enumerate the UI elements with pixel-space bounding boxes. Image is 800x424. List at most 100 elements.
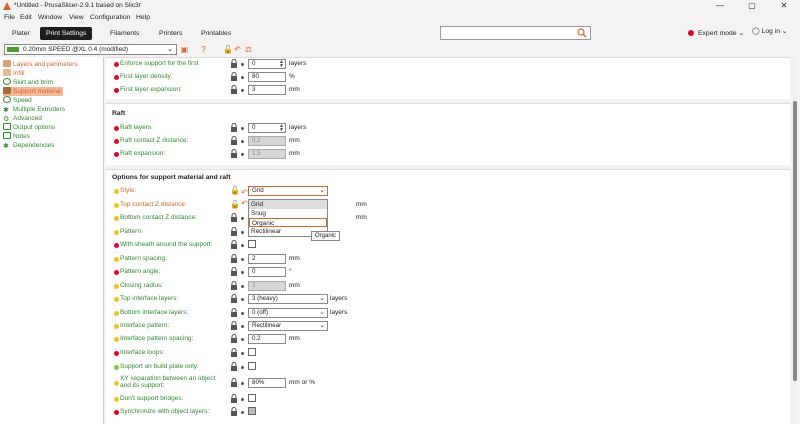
- setting-row: Bottom interface layers: 0 (off) ⌄ layers: [106, 308, 790, 320]
- lock-icon[interactable]: [230, 334, 238, 344]
- minimize-button[interactable]: —: [705, 1, 735, 11]
- setting-input[interactable]: 2: [248, 254, 286, 264]
- tab-printers[interactable]: Printers: [153, 27, 188, 40]
- setting-input[interactable]: 3: [248, 85, 286, 95]
- undo-icon[interactable]: ↶: [241, 188, 248, 197]
- lock-icon[interactable]: [230, 72, 238, 82]
- tab-plater[interactable]: Plater: [6, 27, 36, 40]
- setting-input[interactable]: 0.2: [248, 334, 286, 344]
- nav-dependencies[interactable]: ✱ Dependencies: [3, 141, 55, 150]
- synchronize-layers-checkbox[interactable]: [248, 407, 256, 415]
- extruders-icon: ✱: [3, 107, 9, 114]
- lock-icon[interactable]: [230, 394, 238, 404]
- tab-printables[interactable]: Printables: [195, 27, 237, 40]
- bullet-icon: [241, 217, 244, 220]
- setting-input[interactable]: 1.5: [248, 149, 286, 159]
- nav-output-options[interactable]: Output options: [3, 123, 55, 132]
- unlock-icon[interactable]: 🔓: [230, 200, 240, 210]
- build-plate-only-checkbox[interactable]: [248, 362, 256, 370]
- unlock-icon[interactable]: 🔓: [230, 186, 240, 196]
- interface-pattern-select[interactable]: Rectilinear ⌄: [248, 321, 328, 331]
- nav-skirt-and-brim[interactable]: Skirt and brim: [3, 78, 53, 87]
- spinner-arrows-icon[interactable]: ▲ ▼: [279, 124, 284, 133]
- setting-row: First layer expansion: 3 mm: [106, 85, 790, 97]
- setting-input[interactable]: 0: [248, 267, 286, 277]
- lock-icon[interactable]: [230, 407, 238, 417]
- menu-view[interactable]: View: [69, 14, 84, 21]
- lock-icon[interactable]: [230, 85, 238, 95]
- login-button[interactable]: ◯ Log in ⌄: [752, 27, 788, 35]
- menu-file[interactable]: File: [4, 14, 15, 21]
- lock-icon[interactable]: [230, 348, 238, 358]
- nav-layers-and-perimeters[interactable]: Layers and perimeters: [3, 60, 78, 69]
- setting-label: Interface pattern spacing:: [120, 335, 194, 342]
- search-icon[interactable]: [577, 28, 587, 38]
- status-dot: [114, 216, 119, 221]
- setting-label: XY separation between an object and its s…: [120, 375, 216, 389]
- nav-advanced[interactable]: ⚙ Advanced: [3, 114, 42, 123]
- menu-window[interactable]: Window: [38, 14, 62, 21]
- menu-help[interactable]: Help: [136, 14, 150, 21]
- setting-input[interactable]: 0.2: [248, 136, 286, 146]
- lock-icon[interactable]: [230, 281, 238, 291]
- printer-flag-icon: [7, 47, 19, 52]
- sheath-checkbox[interactable]: [248, 240, 256, 248]
- compare-icon[interactable]: ⚖: [244, 45, 253, 54]
- search-input[interactable]: [440, 26, 591, 40]
- lock-icon[interactable]: [230, 321, 238, 331]
- scrollbar-thumb[interactable]: [793, 101, 797, 381]
- close-button[interactable]: ✕: [769, 1, 799, 11]
- dropdown-option[interactable]: Snug: [249, 209, 327, 218]
- lock-icon[interactable]: [230, 294, 238, 304]
- nav-infill[interactable]: Infill: [3, 69, 25, 78]
- lock-icon[interactable]: [230, 240, 238, 250]
- dont-support-bridges-checkbox[interactable]: [248, 394, 256, 402]
- lock-icon[interactable]: [230, 227, 238, 237]
- setting-input[interactable]: 80%: [248, 378, 286, 388]
- lock-icon[interactable]: [230, 136, 238, 146]
- lock-icon[interactable]: [230, 123, 238, 133]
- setting-unit: layers: [289, 60, 307, 67]
- setting-label: Enforce support for the first: [120, 60, 199, 67]
- style-select[interactable]: Grid ⌄: [248, 186, 328, 196]
- setting-spin-input[interactable]: 0 ▲ ▼: [248, 123, 286, 133]
- menu-edit[interactable]: Edit: [20, 14, 32, 21]
- setting-input[interactable]: 80: [248, 72, 286, 82]
- undo-icon[interactable]: ↶: [241, 199, 248, 208]
- question-icon[interactable]: ?: [199, 45, 208, 54]
- setting-input[interactable]: 2: [248, 281, 286, 291]
- preset-select[interactable]: 0.20mm SPEED @XL 0.4 (modified) ⌄: [4, 44, 177, 55]
- maximize-button[interactable]: ▢: [737, 1, 767, 11]
- lock-icon[interactable]: [230, 59, 238, 69]
- top-interface-select[interactable]: 3 (heavy) ⌄: [248, 294, 328, 304]
- tooltip: Organic: [311, 231, 341, 241]
- lock-icon[interactable]: [230, 213, 238, 223]
- menu-configuration[interactable]: Configuration: [90, 14, 130, 21]
- setting-spin-input[interactable]: 0 ▲ ▼: [248, 59, 286, 69]
- lock-icon[interactable]: [230, 362, 238, 372]
- dropdown-option[interactable]: Grid: [249, 200, 327, 209]
- nav-support-material[interactable]: Support material: [3, 87, 63, 96]
- settings-scrollbar[interactable]: [792, 57, 798, 424]
- lock-icon[interactable]: [230, 254, 238, 264]
- unlock-icon[interactable]: 🔓: [223, 45, 233, 54]
- tab-print-settings[interactable]: Print Settings: [40, 27, 93, 40]
- lock-icon[interactable]: [230, 308, 238, 318]
- nav-notes[interactable]: Notes: [3, 132, 30, 141]
- lock-icon[interactable]: [230, 378, 238, 388]
- tab-filaments[interactable]: Filaments: [104, 27, 145, 40]
- nav-multiple-extruders[interactable]: ✱ Multiple Extruders: [3, 105, 65, 114]
- mode-selector[interactable]: Expert mode ⌄: [688, 29, 744, 37]
- nav-speed[interactable]: Speed: [3, 96, 32, 105]
- interface-loops-checkbox[interactable]: [248, 348, 256, 356]
- lock-icon[interactable]: [230, 149, 238, 159]
- setting-unit: mm or %: [289, 379, 315, 386]
- undo-icon[interactable]: ↶: [233, 45, 242, 54]
- dropdown-option[interactable]: Organic: [249, 218, 327, 227]
- bottom-interface-select[interactable]: 0 (off) ⌄: [248, 308, 328, 318]
- spinner-arrows-icon[interactable]: ▲ ▼: [279, 60, 284, 69]
- setting-row: Support on build plate only:: [106, 362, 790, 374]
- save-preset-icon[interactable]: ▣: [180, 45, 189, 54]
- lock-icon[interactable]: [230, 267, 238, 277]
- bullet-icon: [241, 76, 244, 79]
